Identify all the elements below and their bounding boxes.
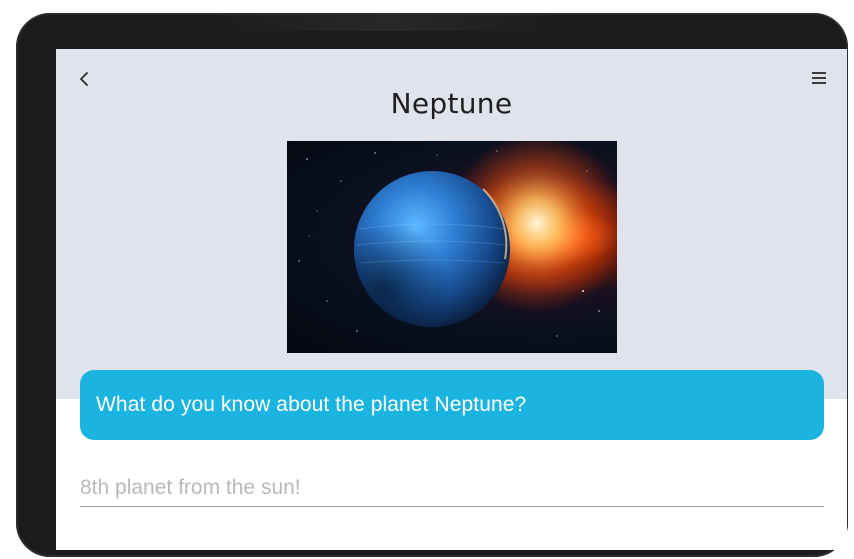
app-screen: Neptune What do you know about the plane… [56, 49, 847, 550]
question-text: What do you know about the planet Neptun… [96, 393, 527, 416]
device-top-bezel-highlight [201, 15, 571, 31]
question-bubble: What do you know about the planet Neptun… [80, 370, 824, 440]
planet-illustration [298, 141, 617, 337]
page-title: Neptune [390, 87, 513, 120]
menu-button[interactable] [809, 69, 829, 89]
hamburger-menu-icon [812, 72, 826, 74]
planet-neptune-image [287, 141, 617, 353]
tablet-device-frame: Neptune What do you know about the plane… [16, 13, 848, 557]
answer-input[interactable] [80, 470, 824, 507]
